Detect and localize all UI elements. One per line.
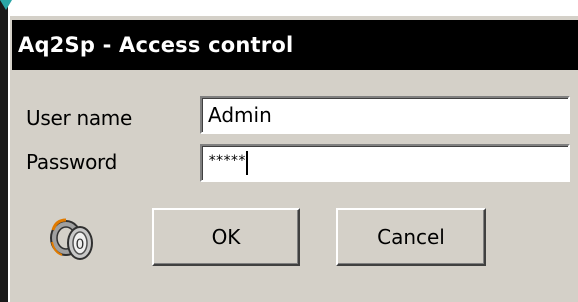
ok-button-label: OK — [211, 225, 241, 249]
username-field[interactable]: Admin — [200, 96, 570, 134]
username-value: Admin — [208, 103, 272, 127]
outer-window-frame — [0, 0, 8, 302]
text-caret — [246, 151, 249, 175]
password-label: Password — [26, 150, 118, 174]
password-field[interactable]: ***** — [200, 144, 570, 182]
ok-button[interactable]: OK — [152, 208, 300, 266]
dialog-titlebar[interactable]: Aq2Sp - Access control — [12, 20, 578, 70]
dialog-title: Aq2Sp - Access control — [18, 33, 294, 57]
svg-text:0: 0 — [76, 237, 85, 253]
password-value: ***** — [208, 153, 246, 169]
key-lock-icon: 0 — [46, 212, 102, 268]
cancel-button-label: Cancel — [377, 225, 445, 249]
resize-marker-icon — [0, 0, 12, 10]
screen: Aq2Sp - Access control User name Admin P… — [0, 0, 578, 302]
username-label: User name — [26, 106, 132, 130]
cancel-button[interactable]: Cancel — [336, 208, 486, 266]
